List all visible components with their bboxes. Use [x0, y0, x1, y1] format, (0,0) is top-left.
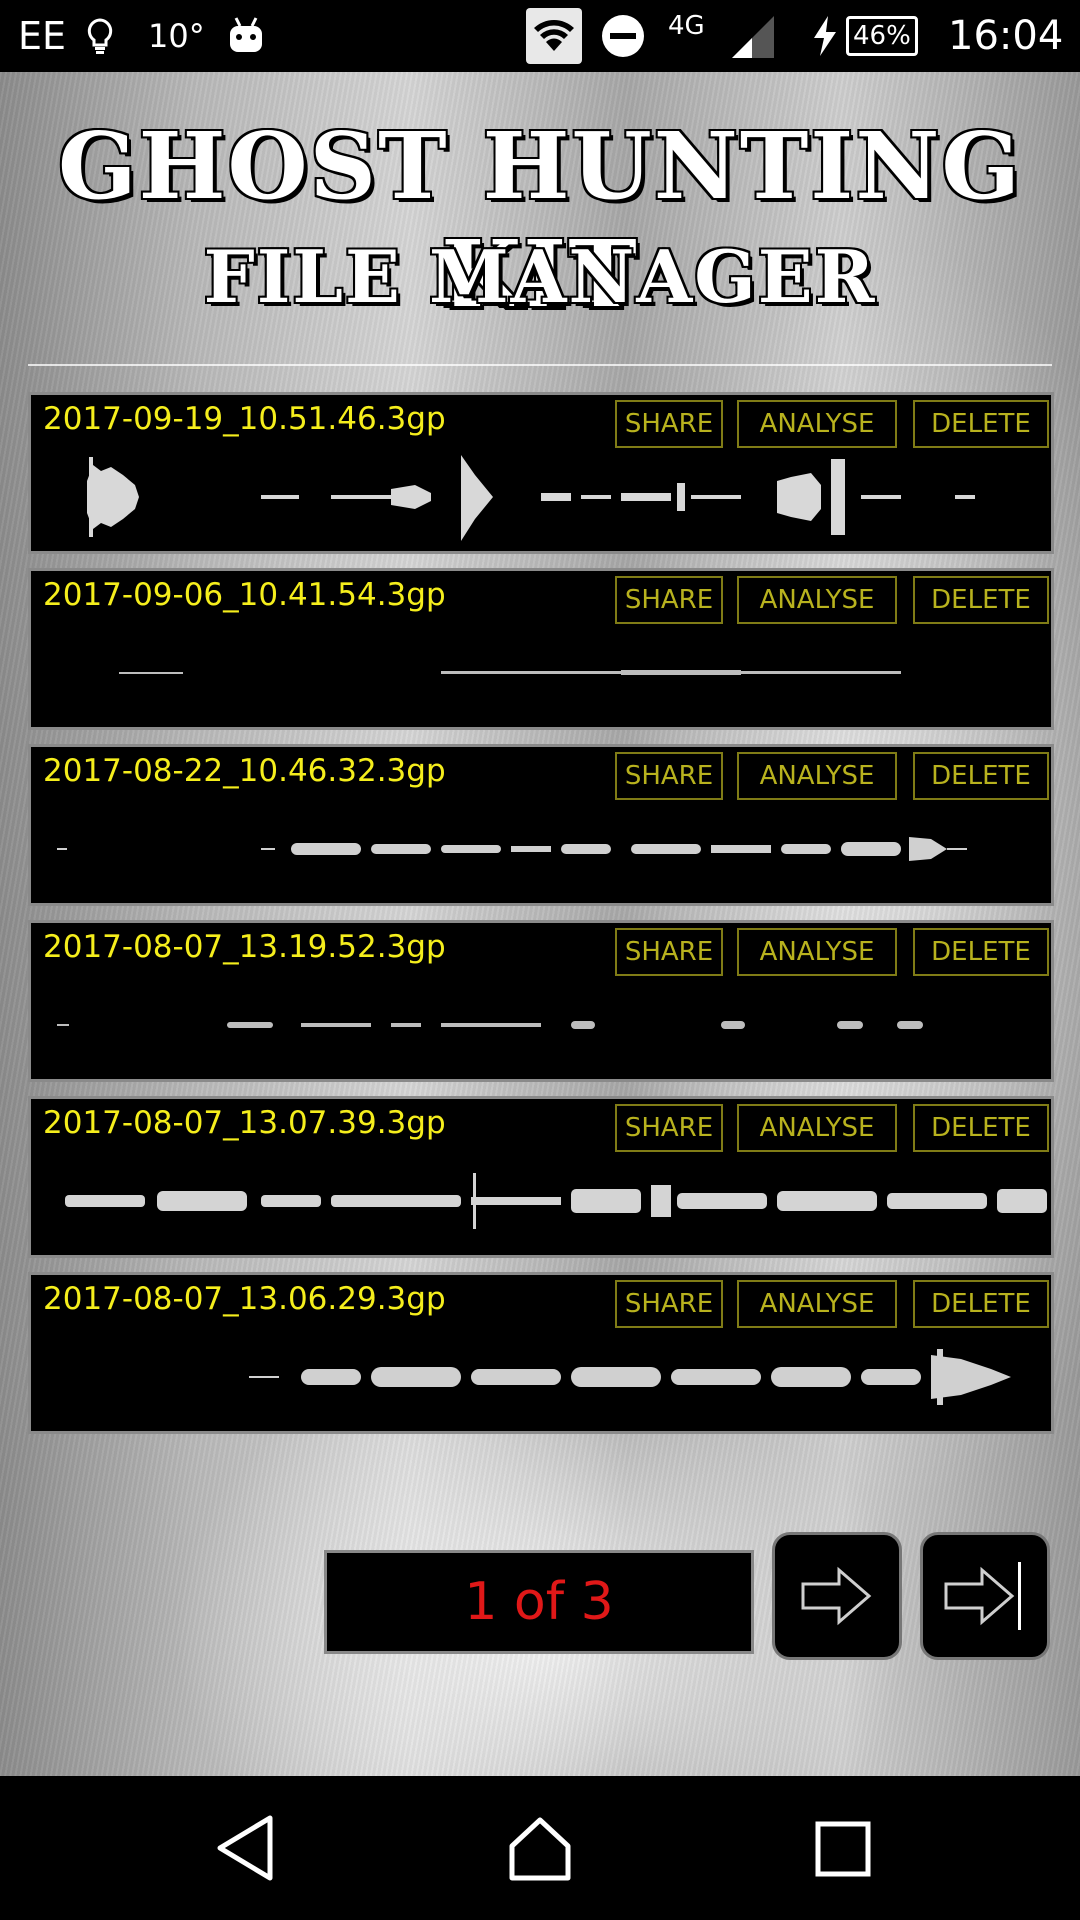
status-bar: EE 10° 4G 46% 16:04: [0, 0, 1080, 72]
file-row-3: 2017-08-22_10.46.32.3gp SHARE ANALYSE DE…: [28, 744, 1054, 906]
back-triangle-icon: [217, 1815, 273, 1881]
carrier-label: EE: [18, 14, 67, 58]
home-icon: [509, 1817, 571, 1881]
signal-icon: [728, 0, 776, 72]
share-button[interactable]: SHARE: [615, 576, 723, 624]
back-button[interactable]: [212, 1812, 276, 1888]
recents-button[interactable]: [812, 1812, 876, 1888]
network-type-label: 4G: [668, 11, 705, 41]
analyse-button[interactable]: ANALYSE: [737, 400, 897, 448]
page-indicator: 1 of 3: [324, 1550, 754, 1654]
waveform[interactable]: [31, 445, 1051, 549]
battery-indicator: 46%: [846, 0, 918, 72]
waveform[interactable]: [31, 797, 1051, 901]
file-row-6: 2017-08-07_13.06.29.3gp SHARE ANALYSE DE…: [28, 1272, 1054, 1434]
analyse-button[interactable]: ANALYSE: [737, 1280, 897, 1328]
analyse-button[interactable]: ANALYSE: [737, 752, 897, 800]
analyse-button[interactable]: ANALYSE: [737, 928, 897, 976]
page-title: FILE MANAGER: [202, 232, 877, 321]
file-row-2: 2017-09-06_10.41.54.3gp SHARE ANALYSE DE…: [28, 568, 1054, 730]
share-button[interactable]: SHARE: [615, 752, 723, 800]
file-row-4: 2017-08-07_13.19.52.3gp SHARE ANALYSE DE…: [28, 920, 1054, 1082]
file-name: 2017-09-19_10.51.46.3gp: [43, 401, 446, 437]
arrow-right-icon: [801, 1566, 872, 1626]
delete-button[interactable]: DELETE: [913, 752, 1049, 800]
wifi-icon: [526, 0, 582, 72]
last-page-button[interactable]: [920, 1532, 1050, 1660]
delete-button[interactable]: DELETE: [913, 576, 1049, 624]
battery-label: 46%: [846, 16, 918, 56]
lightbulb-icon: [84, 0, 116, 72]
charging-icon: [812, 0, 838, 72]
delete-button[interactable]: DELETE: [913, 1104, 1049, 1152]
waveform[interactable]: [31, 1325, 1051, 1429]
clock-label: 16:04: [948, 13, 1064, 59]
analyse-button[interactable]: ANALYSE: [737, 1104, 897, 1152]
home-button[interactable]: [504, 1812, 576, 1888]
file-row-1: 2017-09-19_10.51.46.3gp SHARE ANALYSE DE…: [28, 392, 1054, 554]
file-name: 2017-08-07_13.19.52.3gp: [43, 929, 446, 965]
share-button[interactable]: SHARE: [615, 928, 723, 976]
delete-button[interactable]: DELETE: [913, 1280, 1049, 1328]
share-button[interactable]: SHARE: [615, 400, 723, 448]
arrow-right-end-icon: [944, 1562, 1021, 1630]
file-name: 2017-09-06_10.41.54.3gp: [43, 577, 446, 613]
analyse-button[interactable]: ANALYSE: [737, 576, 897, 624]
system-nav-bar: [0, 1776, 1080, 1920]
delete-button[interactable]: DELETE: [913, 400, 1049, 448]
app-screen: GHOST HUNTING KIT FILE MANAGER 2017-09-1…: [0, 72, 1080, 1776]
recents-square-icon: [815, 1821, 871, 1877]
file-name: 2017-08-07_13.06.29.3gp: [43, 1281, 446, 1317]
share-button[interactable]: SHARE: [615, 1280, 723, 1328]
divider: [28, 364, 1052, 366]
waveform[interactable]: [31, 621, 1051, 725]
temperature-label: 10°: [148, 17, 205, 55]
delete-button[interactable]: DELETE: [913, 928, 1049, 976]
android-icon: [226, 0, 266, 72]
file-name: 2017-08-22_10.46.32.3gp: [43, 753, 446, 789]
next-page-button[interactable]: [772, 1532, 902, 1660]
do-not-disturb-icon: [600, 0, 646, 72]
waveform[interactable]: [31, 1149, 1051, 1253]
share-button[interactable]: SHARE: [615, 1104, 723, 1152]
file-row-5: 2017-08-07_13.07.39.3gp SHARE ANALYSE DE…: [28, 1096, 1054, 1258]
file-name: 2017-08-07_13.07.39.3gp: [43, 1105, 446, 1141]
waveform[interactable]: [31, 973, 1051, 1077]
